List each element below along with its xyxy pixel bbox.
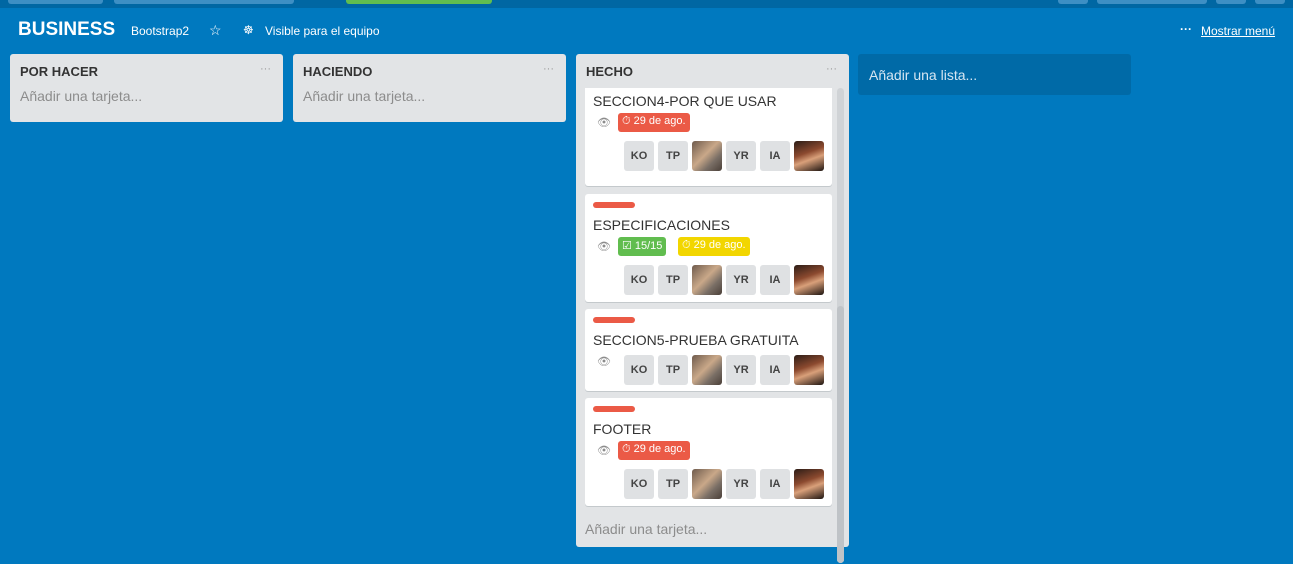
due-date-badge[interactable]: ⏱ 29 de ago.	[678, 237, 750, 256]
due-date-text: 29 de ago.	[693, 239, 746, 251]
add-card-button[interactable]: Añadir una tarjeta...	[293, 88, 566, 104]
list-por-hacer: POR HACER ··· Añadir una tarjeta...	[10, 54, 283, 122]
list-menu-icon[interactable]: ···	[826, 63, 837, 75]
card-title: ESPECIFICACIONES	[593, 217, 730, 233]
list-title[interactable]: POR HACER	[20, 64, 98, 79]
avatar[interactable]: KO	[624, 141, 654, 171]
clock-icon: ⏱	[682, 239, 691, 251]
avatar[interactable]: TP	[658, 141, 688, 171]
nav-button[interactable]	[1058, 0, 1088, 4]
board-header: BUSINESS Bootstrap2 ☆ ☸ Visible para el …	[0, 14, 1293, 48]
team-icon[interactable]: ☸	[243, 23, 254, 37]
nav-button[interactable]	[1255, 0, 1285, 4]
avatar[interactable]: IA	[760, 355, 790, 385]
avatar[interactable]: YR	[726, 141, 756, 171]
avatar[interactable]: YR	[726, 265, 756, 295]
avatar[interactable]: YR	[726, 469, 756, 499]
list-title[interactable]: HECHO	[586, 64, 633, 79]
list-menu-icon[interactable]: ···	[260, 63, 271, 75]
eye-icon: 👁	[597, 117, 611, 129]
avatar[interactable]: IA	[760, 265, 790, 295]
avatar-photo[interactable]	[692, 141, 722, 171]
list-header: HECHO ···	[576, 54, 849, 88]
card-title: SECCION5-PRUEBA GRATUITA	[593, 332, 799, 348]
avatar-photo[interactable]	[692, 265, 722, 295]
list-header: POR HACER ···	[10, 54, 283, 88]
eye-icon: 👁	[597, 241, 611, 253]
checklist-badge[interactable]: ☑ 15/15	[618, 237, 667, 256]
avatar[interactable]: KO	[624, 469, 654, 499]
list-header: HACIENDO ···	[293, 54, 566, 88]
due-date-text: 29 de ago.	[633, 115, 686, 127]
ellipsis-icon[interactable]: ···	[1180, 22, 1192, 36]
board-team-name[interactable]: Bootstrap2	[131, 24, 189, 38]
clock-icon: ⏱	[622, 443, 631, 455]
card-members: KO TP YR IA	[624, 141, 824, 171]
card[interactable]: FOOTER 👁 ⏱ 29 de ago. KO TP YR IA	[585, 398, 832, 506]
avatar[interactable]: TP	[658, 355, 688, 385]
avatar-photo[interactable]	[794, 355, 824, 385]
avatar-photo[interactable]	[794, 469, 824, 499]
avatar-photo[interactable]	[692, 355, 722, 385]
avatar[interactable]: YR	[726, 355, 756, 385]
card-members: KO TP YR IA	[624, 355, 824, 385]
avatar[interactable]: TP	[658, 265, 688, 295]
board-title[interactable]: BUSINESS	[18, 19, 115, 41]
nav-button[interactable]	[1216, 0, 1246, 4]
card-members: KO TP YR IA	[624, 469, 824, 499]
list-title[interactable]: HACIENDO	[303, 64, 372, 79]
top-nav-bar	[0, 0, 1293, 8]
card-label-red[interactable]	[593, 317, 635, 323]
nav-search[interactable]	[114, 0, 294, 4]
due-date-badge[interactable]: ⏱ 29 de ago.	[618, 113, 690, 132]
card-label-red[interactable]	[593, 202, 635, 208]
add-card-button[interactable]: Añadir una tarjeta...	[10, 88, 283, 104]
checklist-text: 15/15	[634, 240, 663, 252]
list-menu-icon[interactable]: ···	[543, 63, 554, 75]
checkbox-icon: ☑	[622, 240, 632, 252]
nav-user-button[interactable]	[1097, 0, 1207, 4]
avatar-photo[interactable]	[794, 265, 824, 295]
visibility-label[interactable]: Visible para el equipo	[265, 24, 380, 38]
card-title: FOOTER	[593, 421, 652, 437]
avatar[interactable]: IA	[760, 469, 790, 499]
card[interactable]: SECCION5-PRUEBA GRATUITA 👁 KO TP YR IA	[585, 309, 832, 391]
card-label-red[interactable]	[593, 406, 635, 412]
avatar-photo[interactable]	[692, 469, 722, 499]
list-haciendo: HACIENDO ··· Añadir una tarjeta...	[293, 54, 566, 122]
eye-icon: 👁	[597, 445, 611, 457]
nav-create-button[interactable]	[346, 0, 492, 4]
avatar[interactable]: IA	[760, 141, 790, 171]
due-date-badge[interactable]: ⏱ 29 de ago.	[618, 441, 690, 460]
due-date-text: 29 de ago.	[633, 443, 686, 455]
card-title: SECCION4-POR QUE USAR	[593, 93, 777, 109]
add-list-button[interactable]: Añadir una lista...	[858, 54, 1131, 95]
card[interactable]: ESPECIFICACIONES 👁 ☑ 15/15 ⏱ 29 de ago. KO…	[585, 194, 832, 302]
card[interactable]: SECCION4-POR QUE USAR 👁 ⏱ 29 de ago. KO T…	[585, 88, 832, 186]
star-icon[interactable]: ☆	[209, 22, 222, 39]
card-members: KO TP YR IA	[624, 265, 824, 295]
list-hecho: HECHO ··· SECCION4-POR QUE USAR 👁 ⏱ 29 de…	[576, 54, 849, 563]
scrollbar-thumb[interactable]	[837, 306, 844, 563]
add-card-button[interactable]: Añadir una tarjeta...	[585, 521, 707, 537]
avatar[interactable]: KO	[624, 265, 654, 295]
scrollbar[interactable]	[837, 88, 844, 563]
card-list[interactable]: SECCION4-POR QUE USAR 👁 ⏱ 29 de ago. KO T…	[585, 88, 833, 561]
eye-icon: 👁	[597, 356, 611, 368]
avatar[interactable]: KO	[624, 355, 654, 385]
avatar-photo[interactable]	[794, 141, 824, 171]
nav-button[interactable]	[8, 0, 103, 4]
show-menu-link[interactable]: Mostrar menú	[1201, 24, 1275, 38]
avatar[interactable]: TP	[658, 469, 688, 499]
clock-icon: ⏱	[622, 115, 631, 127]
